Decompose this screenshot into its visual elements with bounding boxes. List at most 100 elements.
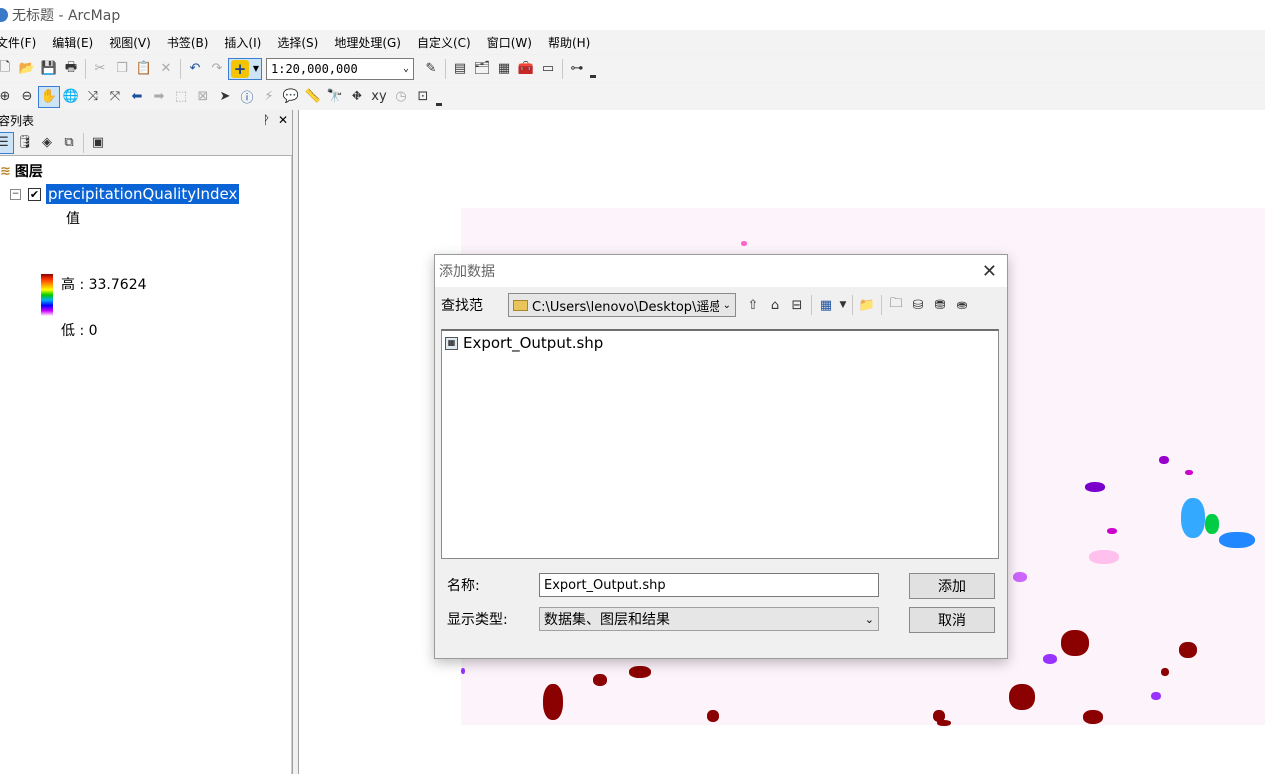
menu-windows[interactable]: 窗口(W) [479,34,540,51]
menu-help[interactable]: 帮助(H) [540,34,598,51]
layer-item[interactable]: − ✔ precipitationQualityIndex [10,184,240,204]
add-button[interactable]: 添加 [909,573,995,599]
select-elements-arrow-icon[interactable]: ➤ [214,86,236,108]
menu-file[interactable]: 文件(F) [0,34,44,51]
copy-icon[interactable]: ❐ [111,58,133,80]
list-by-source-icon[interactable]: 🛢 [14,132,36,154]
file-name: Export_Output.shp [463,334,604,352]
search-window-icon[interactable]: ▦ [493,58,515,80]
menu-edit[interactable]: 编辑(E) [44,34,101,51]
pin-icon[interactable]: ᚹ [263,113,270,127]
legend-color-ramp[interactable] [41,274,53,316]
toggle-contents-panel-icon[interactable]: ⊟ [786,294,808,316]
menu-bookmarks[interactable]: 书签(B) [159,34,217,51]
layer-name[interactable]: precipitationQualityIndex [46,184,240,204]
raster-pixel-cluster [1043,654,1057,664]
find-binoculars-icon[interactable]: 🔭 [324,86,346,108]
fixed-zoom-out-icon[interactable]: ⤧ [104,86,126,108]
cancel-button[interactable]: 取消 [909,607,995,633]
redo-icon[interactable]: ↷ [206,58,228,80]
back-arrow-icon[interactable]: ⬅ [126,86,148,108]
delete-icon[interactable]: ✕ [155,58,177,80]
show-type-value: 数据集、图层和结果 [544,612,670,628]
table-of-contents-icon[interactable]: ▤ [449,58,471,80]
menu-insert[interactable]: 插入(I) [216,34,269,51]
new-personal-geodatabase-icon[interactable]: ⛃ [929,294,951,316]
cut-icon[interactable]: ✂ [89,58,111,80]
map-scale-combobox[interactable]: 1:20,000,000 ⌄ [266,57,414,80]
menu-selection[interactable]: 选择(S) [269,34,326,51]
dropdown-arrow-icon: ▼ [252,64,259,73]
fixed-zoom-in-icon[interactable]: ⤨ [82,86,104,108]
raster-pixel-cluster [1205,514,1219,534]
toolbar-separator [881,295,882,315]
modelbuilder-icon[interactable]: ⊶ [566,58,588,80]
menu-geoprocessing[interactable]: 地理处理(G) [326,34,409,51]
list-by-visibility-icon[interactable]: ◈ [36,132,58,154]
dropdown-arrow-icon[interactable]: ▼ [837,294,849,316]
undo-icon[interactable]: ↶ [184,58,206,80]
close-icon[interactable]: ✕ [982,261,997,282]
toc-options-icon[interactable]: ▣ [87,132,109,154]
raster-pixel-cluster [1085,482,1105,492]
new-folder-icon[interactable]: 🗀 [885,294,907,316]
open-folder-icon[interactable]: 📂 [16,58,38,80]
layer-visibility-checkbox[interactable]: ✔ [28,187,41,201]
view-list-icon[interactable]: ▦ [815,294,837,316]
up-one-level-icon[interactable]: ⇧ [742,294,764,316]
select-features-icon[interactable]: ⬚ [170,86,192,108]
print-icon[interactable]: 🖶 [60,58,82,80]
show-type-select[interactable]: 数据集、图层和结果 ⌄ [539,607,879,631]
time-slider-icon[interactable]: ◷ [390,86,412,108]
list-by-selection-icon[interactable]: ⧉ [58,132,80,154]
go-home-icon[interactable]: ⌂ [764,294,786,316]
show-type-row: 显示类型: 数据集、图层和结果 ⌄ [447,607,879,631]
html-popup-icon[interactable]: 💬 [280,86,302,108]
pan-hand-icon[interactable]: ✋ [38,85,60,108]
find-route-icon[interactable]: ⛖ [346,86,368,108]
zoom-out-icon[interactable]: ⊖ [16,86,38,108]
save-icon[interactable]: 💾 [38,58,60,80]
new-document-icon[interactable]: 🗋 [0,58,16,80]
toolbar-overflow-icon[interactable] [590,68,596,78]
new-database-connection-icon[interactable]: ⛂ [951,294,973,316]
add-data-button[interactable]: + ▼ [228,57,262,80]
toolbar-separator [85,58,86,79]
toolbar-overflow-icon[interactable] [436,96,442,106]
new-file-geodatabase-icon[interactable]: ⛁ [907,294,929,316]
identify-icon[interactable]: ⓘ [236,86,258,108]
dialog-title-bar: 添加数据 ✕ [435,255,1007,287]
full-extent-globe-icon[interactable]: 🌐 [60,86,82,108]
arctoolbox-icon[interactable]: 🧰 [515,58,537,80]
window-title: 无标题 - ArcMap [12,8,121,24]
toolbar-separator [445,58,446,79]
list-by-drawing-order-icon[interactable]: ☰ [0,131,14,154]
menu-view[interactable]: 视图(V) [101,34,159,51]
raster-pixel-cluster [1151,692,1161,700]
layers-node[interactable]: ≋ 图层 [0,161,43,181]
menu-customize[interactable]: 自定义(C) [409,34,479,51]
paste-icon[interactable]: 📋 [133,58,155,80]
close-icon[interactable]: ✕ [278,113,288,127]
connect-to-folder-icon[interactable]: 📁 [856,294,878,316]
zoom-in-icon[interactable]: ⊕ [0,86,16,108]
clear-selection-icon[interactable]: ⊠ [192,86,214,108]
arcmap-globe-icon [0,8,8,22]
go-to-xy-icon[interactable]: xy [368,86,390,108]
collapse-toggle[interactable]: − [10,188,21,200]
name-row: 名称: Export_Output.shp [447,573,879,597]
hyperlink-icon[interactable]: ⚡ [258,86,280,108]
create-viewer-window-icon[interactable]: ⊡ [412,86,434,108]
measure-icon[interactable]: 📏 [302,86,324,108]
raster-pixel-cluster [1185,470,1193,475]
catalog-window-icon[interactable]: 🗂 [471,58,493,80]
list-item[interactable]: ▦ Export_Output.shp [445,334,603,352]
python-window-icon[interactable]: ▭ [537,58,559,80]
toc-header: 容列表 ᚹ ✕ [0,110,292,130]
forward-arrow-icon[interactable]: ➡ [148,86,170,108]
name-label: 名称: [447,578,480,594]
raster-pixel-cluster [1061,630,1089,656]
editor-toolbar-icon[interactable]: ✎ [420,58,442,80]
look-in-combobox[interactable]: C:\Users\lenovo\Desktop\遥感\ ⌄ [508,293,736,317]
name-field[interactable]: Export_Output.shp [539,573,879,597]
